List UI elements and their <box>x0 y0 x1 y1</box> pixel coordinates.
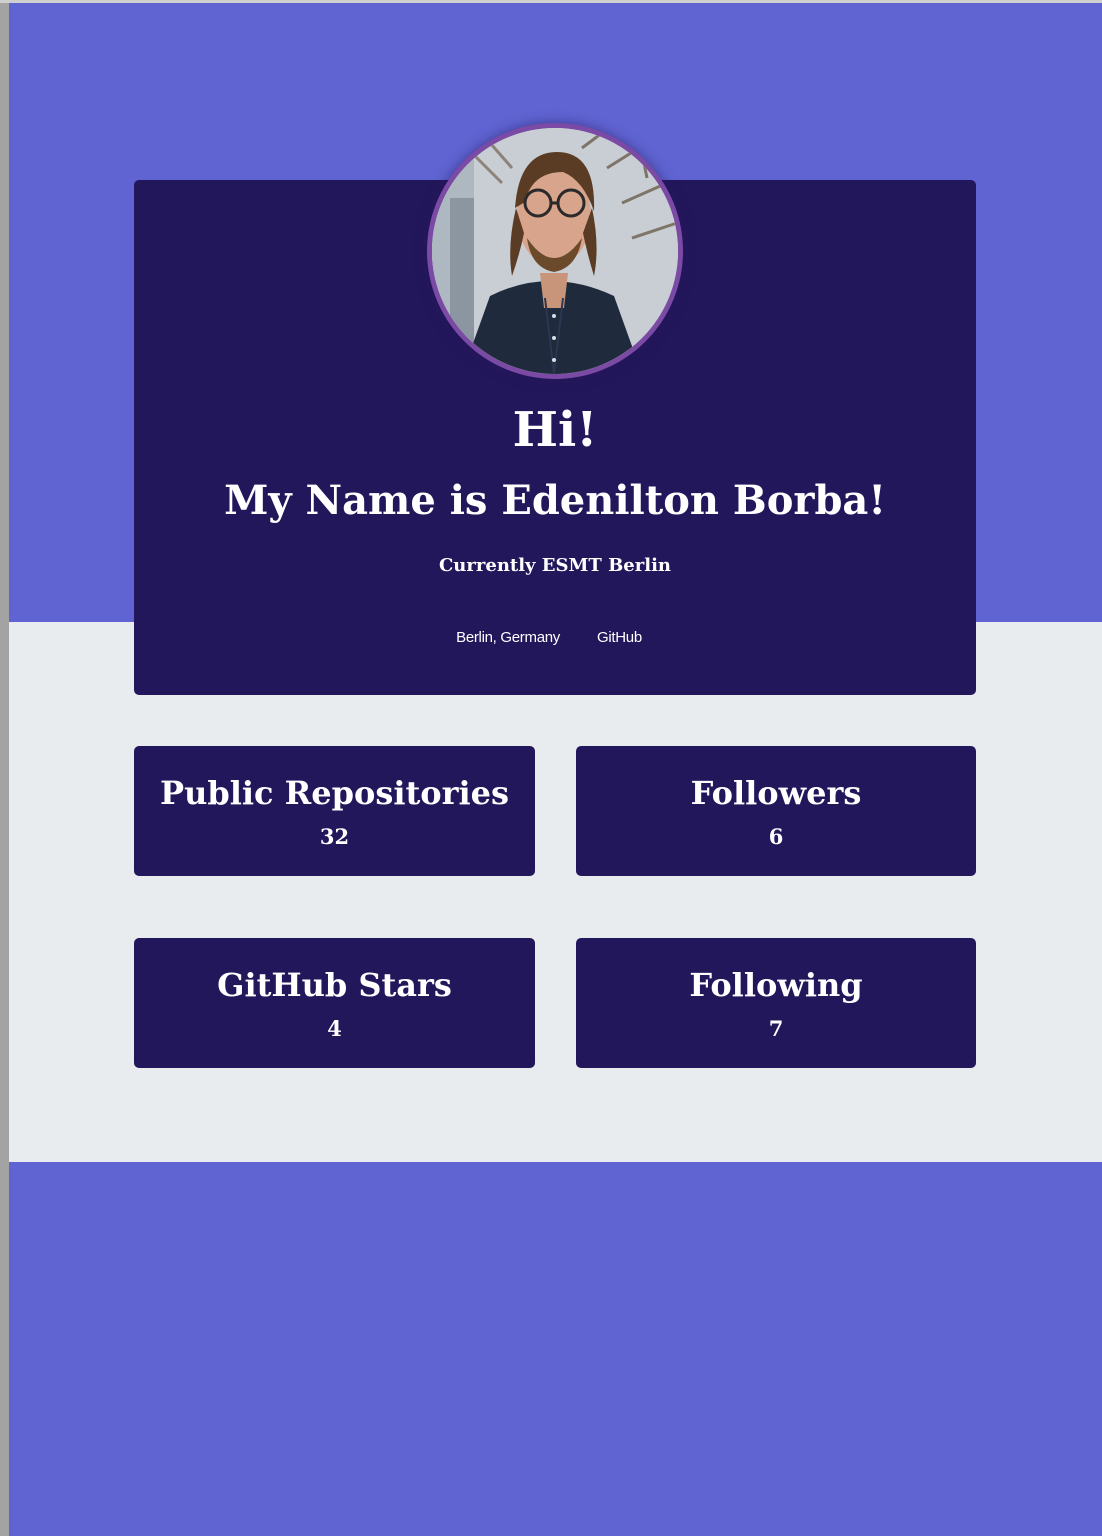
current-position: Currently ESMT Berlin <box>438 555 671 576</box>
location-text: Berlin, Germany <box>456 629 560 646</box>
github-link[interactable]: GitHub <box>597 628 642 648</box>
stat-label: Following <box>689 966 863 1004</box>
stat-card-github-stars: GitHub Stars 4 <box>134 938 535 1068</box>
profile-meta-row: Berlin, Germany GitHub <box>134 628 976 648</box>
avatar <box>427 123 683 379</box>
greeting-heading: Hi! <box>512 402 598 458</box>
stat-card-followers: Followers 6 <box>576 746 976 876</box>
footer-band <box>9 1162 1102 1536</box>
stat-card-following: Following 7 <box>576 938 976 1068</box>
name-heading: My Name is Edenilton Borba! <box>224 477 886 524</box>
content-band <box>9 622 1102 1162</box>
stat-card-public-repositories: Public Repositories 32 <box>134 746 535 876</box>
stat-label: Public Repositories <box>160 774 509 812</box>
stat-label: GitHub Stars <box>217 966 452 1004</box>
stat-label: Followers <box>690 774 862 812</box>
stat-value: 7 <box>768 1016 784 1041</box>
stat-value: 4 <box>327 1016 342 1041</box>
stat-value: 32 <box>319 824 350 849</box>
profile-photo-icon <box>432 128 678 374</box>
window-left-edge <box>0 0 9 1536</box>
stat-value: 6 <box>768 824 784 849</box>
